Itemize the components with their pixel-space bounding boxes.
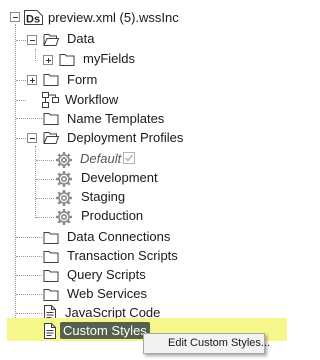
folder-icon [43, 232, 59, 244]
tree-node-label[interactable]: Data Connections [67, 229, 170, 245]
tree-guide-line [35, 49, 36, 61]
svg-text:Ds: Ds [26, 14, 40, 26]
tree-node-label-selected[interactable]: Custom Styles [60, 322, 150, 339]
tree-guide-line [15, 24, 16, 328]
folder-open-icon [43, 132, 59, 144]
collapse-toggle[interactable] [27, 35, 37, 45]
collapse-toggle[interactable] [27, 133, 37, 143]
gear-icon [55, 189, 73, 207]
folder-icon [43, 74, 59, 86]
tree-node-label[interactable]: Development [81, 170, 158, 186]
tree-guide-line [36, 160, 54, 161]
expand-toggle[interactable] [27, 75, 37, 85]
folder-icon [43, 289, 59, 301]
tree-guide-line [35, 146, 36, 218]
menu-item-edit-custom-styles[interactable]: Edit Custom Styles... [144, 334, 270, 353]
folder-icon [59, 54, 75, 66]
expand-toggle[interactable] [43, 55, 53, 65]
project-tree: Ds preview.xml (5).wssInc Data myFields … [0, 0, 289, 360]
tree-node-label[interactable]: Production [81, 208, 143, 224]
tree-node-label[interactable]: Staging [81, 189, 125, 205]
tree-guide-line [36, 198, 54, 199]
tree-node-label[interactable]: Name Templates [67, 111, 164, 127]
tree-node-label[interactable]: Data [67, 31, 94, 47]
checkmark-icon [123, 152, 135, 164]
gear-icon [55, 170, 73, 188]
tree-guide-line [36, 179, 54, 180]
collapse-toggle[interactable] [10, 12, 20, 22]
tree-guide-line [16, 40, 26, 41]
gear-icon [55, 151, 73, 169]
tree-guide-line [16, 138, 26, 139]
workflow-icon [41, 91, 61, 109]
data-source-icon: Ds [23, 9, 44, 26]
tree-guide-line [16, 294, 42, 295]
tree-guide-line [16, 313, 42, 314]
folder-icon [43, 113, 59, 125]
context-menu: Edit Custom Styles... [143, 333, 270, 354]
tree-node-label[interactable]: Default [80, 151, 121, 167]
tree-guide-line [16, 256, 42, 257]
tree-guide-line [36, 217, 54, 218]
gear-icon [55, 208, 73, 226]
tree-guide-line [16, 118, 42, 119]
folder-icon [43, 251, 59, 263]
tree-node-label[interactable]: preview.xml (5).wssInc [48, 10, 179, 26]
folder-open-icon [43, 34, 59, 46]
tree-guide-line [16, 275, 42, 276]
folder-icon [43, 270, 59, 282]
tree-node-label[interactable]: Transaction Scripts [67, 248, 178, 264]
tree-node-label[interactable]: Workflow [65, 92, 118, 108]
tree-guide-line [16, 100, 26, 101]
file-icon [44, 323, 56, 339]
tree-node-label[interactable]: Form [67, 72, 97, 88]
menu-item-label[interactable]: Edit Custom Styles... [168, 336, 270, 351]
tree-node-label[interactable]: Query Scripts [67, 267, 146, 283]
tree-guide-line [16, 237, 42, 238]
tree-node-label[interactable]: Web Services [67, 286, 147, 302]
tree-guide-line [16, 80, 26, 81]
tree-node-label[interactable]: myFields [83, 51, 135, 67]
tree-node-label[interactable]: Deployment Profiles [67, 130, 183, 146]
